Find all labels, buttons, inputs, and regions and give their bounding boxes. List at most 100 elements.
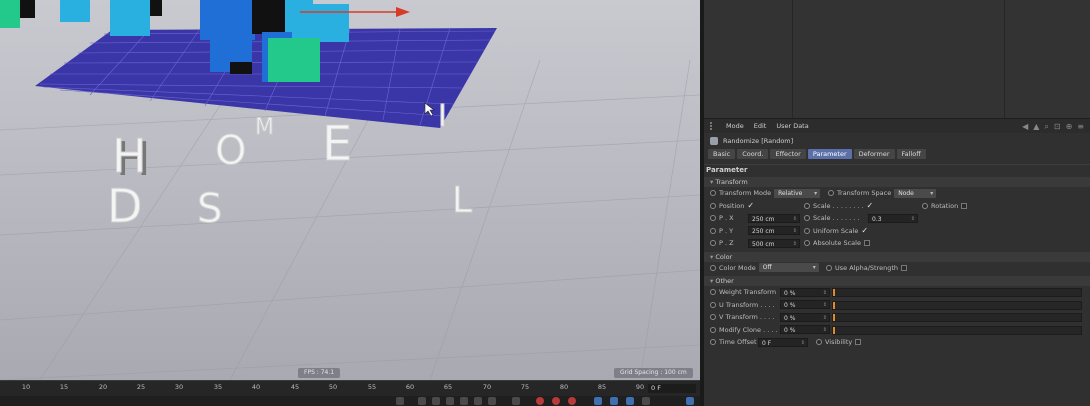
record-keys-icon[interactable]: [536, 397, 544, 405]
letter-s: S: [197, 186, 222, 232]
keyframe-radio-icon[interactable]: [710, 264, 716, 271]
parameter-key-icon[interactable]: [642, 397, 650, 405]
next-frame-icon[interactable]: [460, 397, 468, 405]
up-arrow-icon[interactable]: ▲: [1033, 122, 1039, 132]
weight-transform-slider[interactable]: [832, 288, 1082, 297]
keyframe-radio-icon[interactable]: [828, 190, 834, 196]
modify-clone-row: Modify Clone . . . . 0 % ⇕: [704, 324, 1090, 337]
keyframe-radio-icon[interactable]: [804, 240, 810, 246]
timeline-window-icon[interactable]: [686, 397, 694, 405]
tab-coord[interactable]: Coord.: [737, 149, 769, 159]
search-icon[interactable]: ⌕: [1044, 122, 1048, 132]
modify-clone-field[interactable]: 0 % ⇕: [780, 325, 830, 334]
column-divider: [792, 0, 793, 118]
keyframe-radio-icon[interactable]: [804, 202, 810, 209]
new-window-icon[interactable]: ⊕: [1066, 122, 1073, 132]
keyframe-radio-icon[interactable]: [710, 202, 716, 209]
keyframe-radio-icon[interactable]: [710, 339, 716, 345]
v-transform-slider[interactable]: [832, 313, 1082, 322]
back-arrow-icon[interactable]: ◀: [1022, 122, 1028, 132]
keyframe-radio-icon[interactable]: [826, 264, 832, 271]
pz-field[interactable]: 500 cm ⇕: [748, 238, 800, 248]
color-group-header[interactable]: Color: [704, 251, 1090, 262]
u-transform-slider[interactable]: [832, 300, 1082, 310]
keyframe-radio-icon[interactable]: [710, 190, 716, 196]
play-icon[interactable]: [446, 397, 454, 405]
time-offset-field[interactable]: 0 F ⇕: [758, 337, 808, 347]
go-to-start-icon[interactable]: [396, 397, 404, 405]
absolute-scale-checkbox[interactable]: [863, 240, 870, 246]
transform-mode-dropdown[interactable]: Relative: [774, 188, 821, 198]
scale-checkbox[interactable]: ✓: [867, 201, 874, 210]
keyframe-radio-icon[interactable]: [816, 339, 822, 345]
menu-edit[interactable]: Edit: [754, 122, 767, 130]
position-key-icon[interactable]: [594, 397, 602, 405]
keyframe-selection-icon[interactable]: [568, 397, 576, 405]
scale-value-field[interactable]: 0.3 ⇕: [868, 213, 918, 223]
py-field[interactable]: 250 cm ⇕: [748, 226, 800, 235]
go-to-end-icon[interactable]: [488, 397, 496, 405]
grip-icon[interactable]: [710, 122, 716, 130]
keyframe-radio-icon[interactable]: [710, 326, 716, 333]
tab-effector[interactable]: Effector: [770, 149, 806, 159]
v-transform-field[interactable]: 0 % ⇕: [780, 312, 830, 322]
tab-deformer[interactable]: Deformer: [853, 149, 895, 159]
color-mode-dropdown[interactable]: Off: [758, 263, 819, 272]
modify-clone-slider[interactable]: [832, 325, 1082, 335]
keyframe-radio-icon[interactable]: [710, 314, 716, 320]
scale-key-icon[interactable]: [610, 397, 618, 405]
u-transform-field[interactable]: 0 % ⇕: [780, 300, 830, 309]
other-group-header[interactable]: Other: [704, 276, 1090, 286]
px-scale-row: P . X 250 cm ⇕ Scale . . . . . . . 0.3 ⇕: [704, 212, 1090, 225]
timeline-tick: 20: [98, 383, 108, 391]
keyframe-radio-icon[interactable]: [804, 227, 810, 234]
weight-transform-label: Weight Transform: [719, 288, 777, 296]
rotation-key-icon[interactable]: [626, 397, 634, 405]
rotation-checkbox[interactable]: [961, 202, 968, 209]
previous-key-icon[interactable]: [418, 397, 426, 405]
keyframe-radio-icon[interactable]: [710, 301, 716, 308]
keyframe-radio-icon[interactable]: [804, 215, 810, 221]
next-key-icon[interactable]: [474, 397, 482, 405]
slider-knob[interactable]: [833, 326, 835, 334]
slider-knob[interactable]: [833, 289, 835, 296]
transform-group-header[interactable]: Transform: [704, 177, 1090, 187]
keyframe-radio-icon[interactable]: [710, 215, 716, 221]
object-manager-panel[interactable]: [704, 0, 1090, 118]
timeline-ruler[interactable]: 10 15 20 25 30 35 40 45 50 55 60 65 70 7…: [0, 380, 700, 396]
previous-frame-icon[interactable]: [432, 397, 440, 405]
attribute-toolbar: ◀ ▲ ⌕ ⊡ ⊕ ≡: [1022, 122, 1084, 132]
visibility-checkbox[interactable]: [855, 339, 862, 345]
keyframe-radio-icon[interactable]: [710, 227, 716, 234]
menu-mode[interactable]: Mode: [726, 122, 744, 130]
use-alpha-checkbox[interactable]: [901, 264, 907, 271]
lock-icon[interactable]: ⊡: [1054, 122, 1061, 132]
timeline-tick: 60: [405, 383, 415, 391]
weight-transform-field[interactable]: 0 % ⇕: [780, 287, 830, 297]
letter-e: E: [322, 116, 352, 172]
loop-icon[interactable]: [512, 397, 520, 405]
timeline-tick: 80: [559, 383, 569, 391]
slider-knob[interactable]: [833, 314, 835, 321]
object-title: Randomize [Random]: [723, 137, 794, 145]
position-checkbox[interactable]: ✓: [747, 201, 754, 210]
menu-user-data[interactable]: User Data: [776, 122, 808, 130]
current-frame-field[interactable]: 0 F: [648, 384, 696, 393]
keyframe-radio-icon[interactable]: [710, 240, 716, 246]
autokey-icon[interactable]: [552, 397, 560, 405]
keyframe-radio-icon[interactable]: [922, 202, 928, 209]
tab-falloff[interactable]: Falloff: [896, 149, 926, 159]
menu-icon[interactable]: ≡: [1077, 122, 1084, 132]
3d-viewport[interactable]: H H D O M E S L I FPS : 74.1 Grid Spacin…: [0, 0, 700, 380]
keyframe-radio-icon[interactable]: [710, 289, 716, 295]
pz-absolute-row: P . Z 500 cm ⇕ Absolute Scale: [704, 237, 1090, 250]
tab-parameter[interactable]: Parameter: [807, 149, 852, 159]
uniform-scale-checkbox[interactable]: ✓: [861, 226, 868, 235]
timeline-tick: 45: [290, 383, 300, 391]
timeline-tick: 50: [328, 383, 338, 391]
transform-space-dropdown[interactable]: Node: [894, 188, 937, 198]
timeline-tick: 35: [213, 383, 223, 391]
slider-knob[interactable]: [833, 301, 835, 309]
tab-basic[interactable]: Basic: [708, 149, 736, 159]
px-field[interactable]: 250 cm ⇕: [748, 213, 800, 223]
